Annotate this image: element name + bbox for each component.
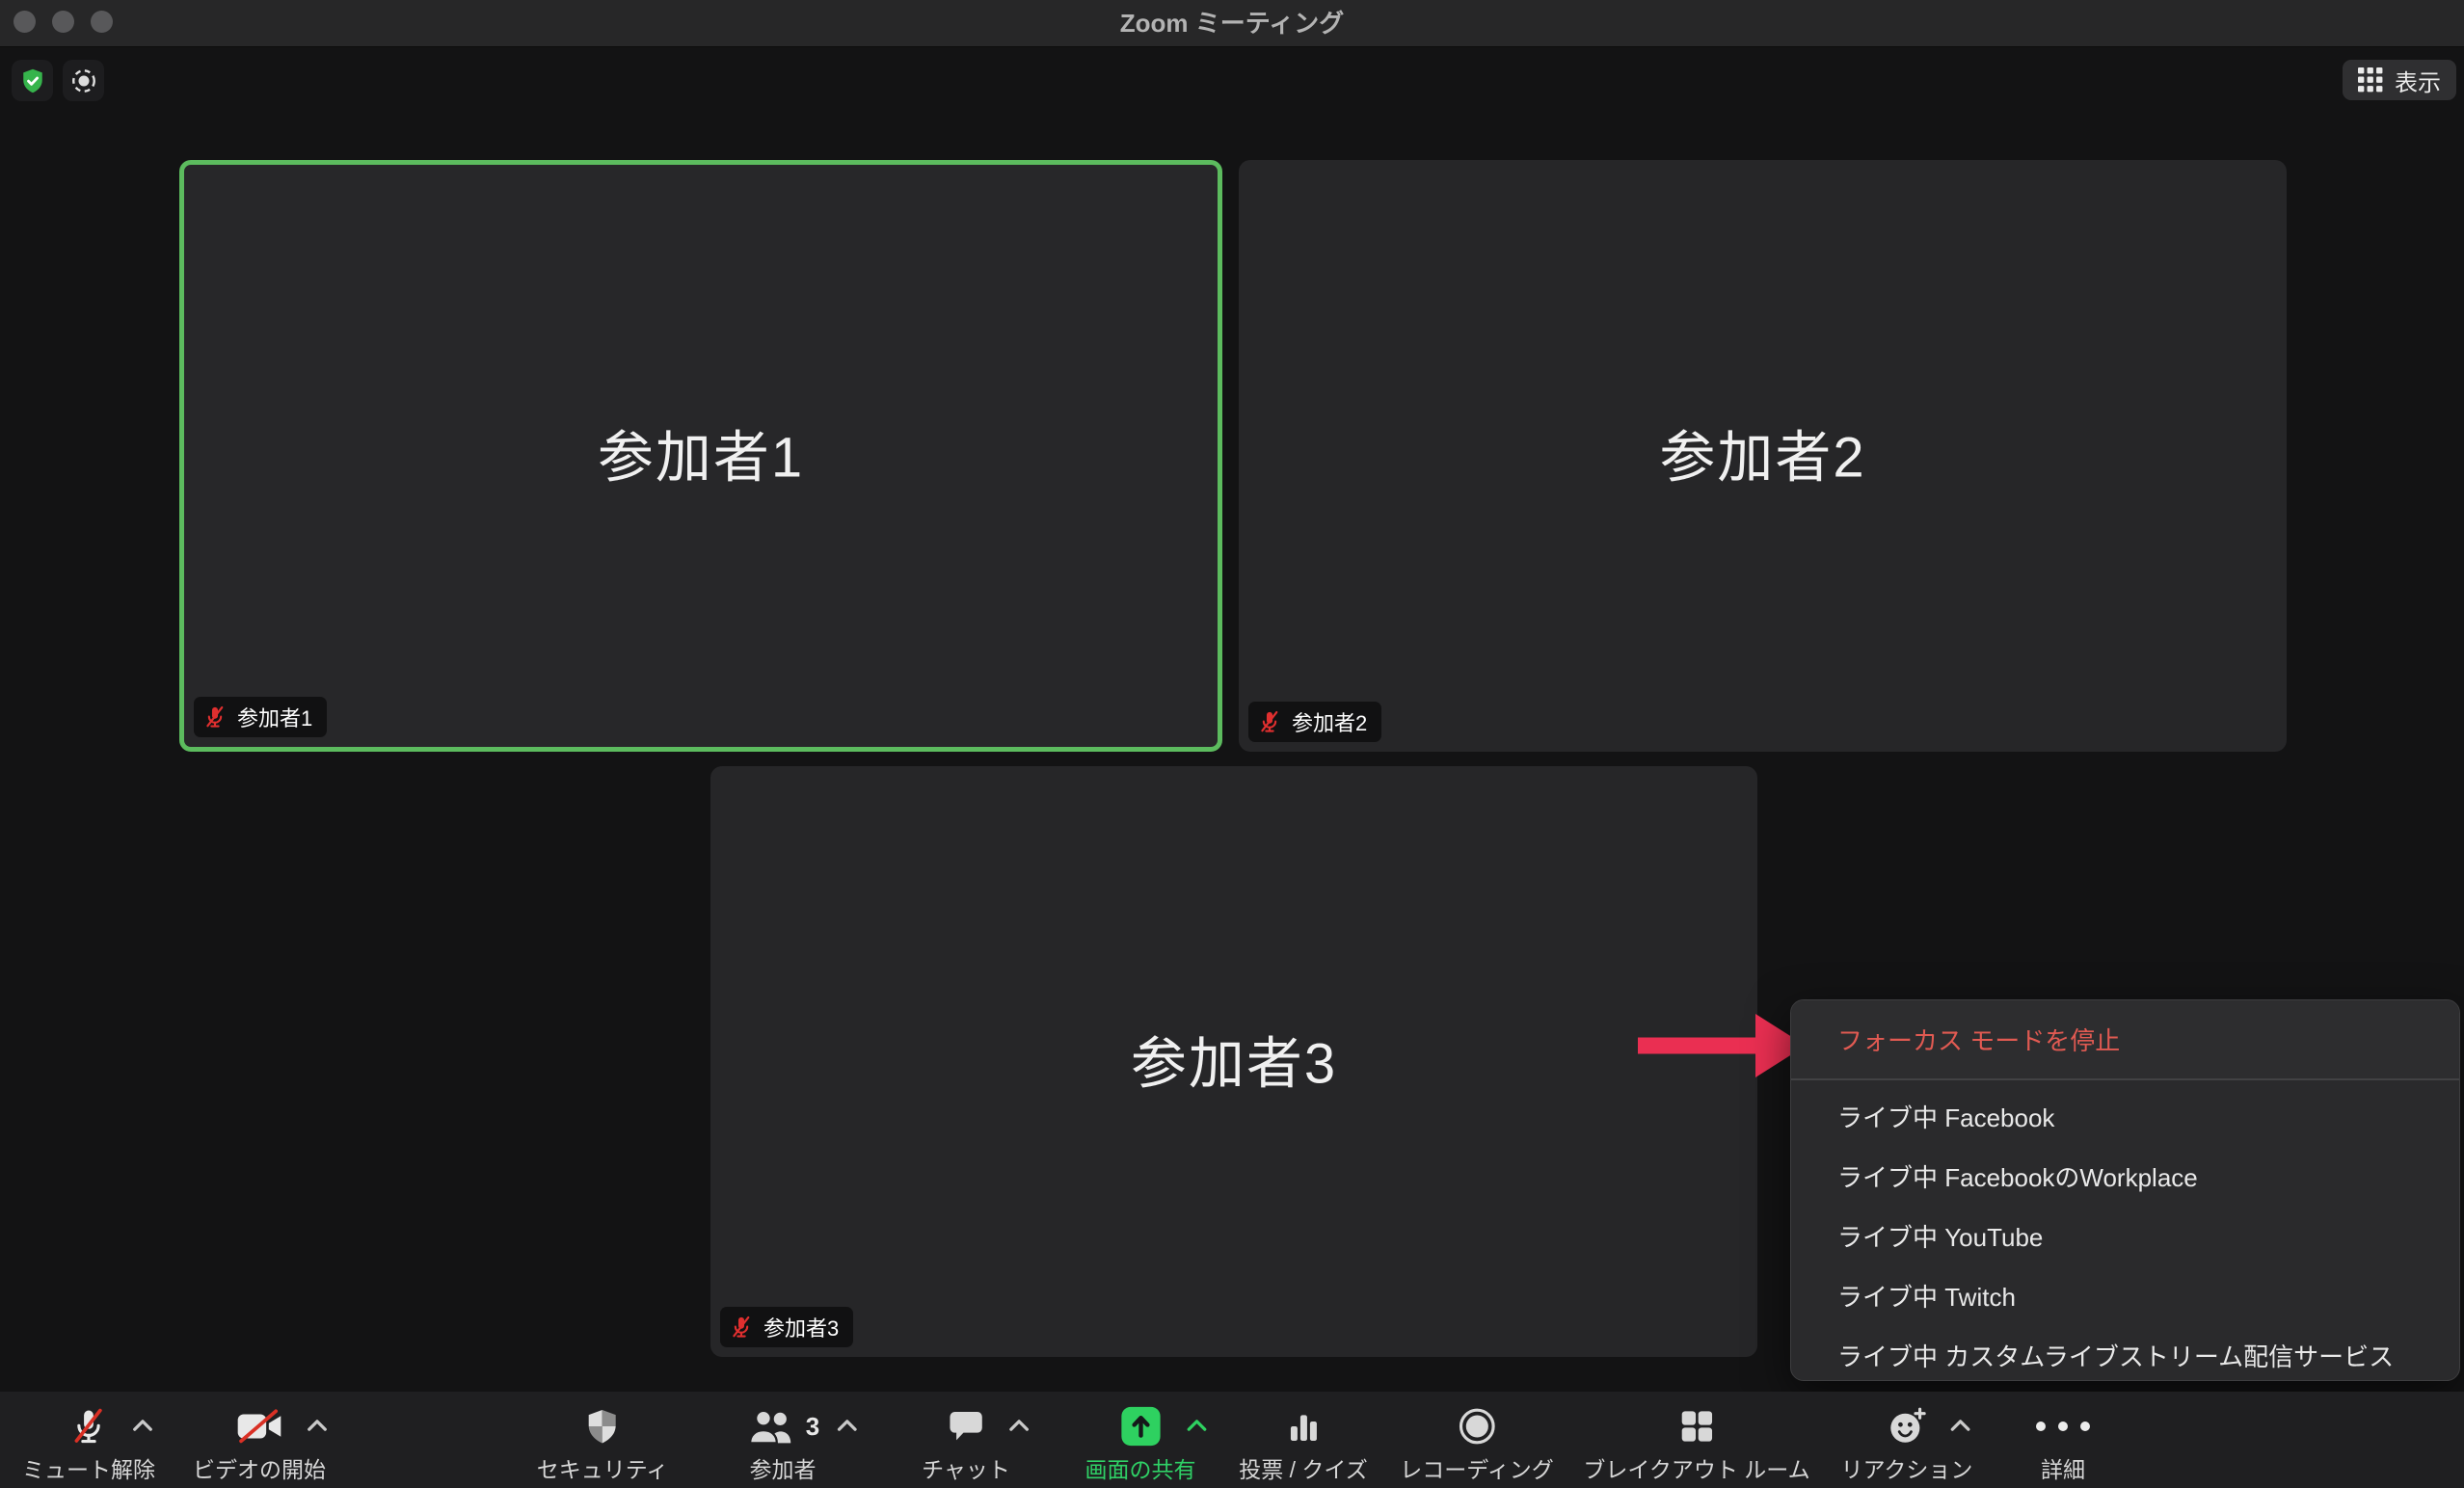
security-button[interactable]: セキュリティ	[537, 1392, 669, 1488]
record-icon	[1457, 1406, 1497, 1447]
chevron-up-icon[interactable]	[1008, 1419, 1030, 1432]
security-shield-icon	[583, 1406, 622, 1447]
participants-count: 3	[806, 1412, 819, 1442]
participants-button[interactable]: 3 参加者	[746, 1392, 819, 1488]
chevron-up-icon[interactable]	[1950, 1419, 1971, 1432]
menu-item-live-facebook-workplace[interactable]: ライブ中 FacebookのWorkplace	[1791, 1146, 2459, 1206]
more-button[interactable]: 詳細	[2036, 1392, 2090, 1488]
unmute-label: ミュート解除	[22, 1451, 155, 1484]
video-off-icon	[235, 1408, 283, 1445]
menu-item-live-twitch[interactable]: ライブ中 Twitch	[1791, 1265, 2459, 1325]
record-label: レコーディング	[1400, 1451, 1553, 1484]
breakout-rooms-button[interactable]: ブレイクアウト ルーム	[1583, 1392, 1809, 1488]
share-screen-icon	[1118, 1404, 1163, 1448]
participant-name-badge: 参加者2	[1248, 702, 1381, 742]
participants-label: 参加者	[750, 1451, 817, 1484]
annotation-arrow	[1632, 1010, 1808, 1081]
participant-name-large: 参加者1	[184, 412, 1218, 493]
view-button-label: 表示	[2395, 64, 2441, 97]
participant-name-label: 参加者3	[763, 1312, 839, 1342]
share-screen-label: 画面の共有	[1085, 1451, 1196, 1484]
participant-name-large: 参加者3	[710, 1018, 1757, 1099]
more-dots-icon	[2036, 1403, 2090, 1449]
participant-name-label: 参加者2	[1292, 706, 1367, 737]
zoom-meeting-window: Zoom ミーティング 表示 参加者1	[0, 0, 2464, 1488]
start-video-label: ビデオの開始	[193, 1451, 326, 1484]
video-tile-participant-2: 参加者2 参加者2	[1239, 160, 2287, 752]
bar-chart-icon	[1284, 1407, 1323, 1446]
more-options-menu: フォーカス モードを停止 ライブ中 Facebook ライブ中 Facebook…	[1790, 999, 2460, 1381]
start-video-button[interactable]: ビデオの開始	[193, 1392, 326, 1488]
unmute-button[interactable]: ミュート解除	[22, 1392, 155, 1488]
participant-name-large: 参加者2	[1239, 412, 2287, 493]
mic-muted-icon	[68, 1406, 109, 1447]
chevron-up-icon[interactable]	[307, 1419, 328, 1432]
breakout-rooms-label: ブレイクアウト ルーム	[1583, 1451, 1809, 1484]
reactions-label: リアクション	[1841, 1451, 1973, 1484]
chat-button[interactable]: チャット	[922, 1392, 1010, 1488]
record-button[interactable]: レコーディング	[1400, 1392, 1553, 1488]
reactions-button[interactable]: リアクション	[1841, 1392, 1973, 1488]
menu-item-group: ライブ中 Facebook ライブ中 FacebookのWorkplace ライ…	[1791, 1080, 2459, 1381]
video-tile-participant-3: 参加者3 参加者3	[710, 766, 1757, 1357]
breakout-rooms-icon	[1677, 1407, 1716, 1446]
grid-view-icon	[2358, 67, 2383, 93]
view-button[interactable]: 表示	[2343, 60, 2456, 100]
meeting-security-badge[interactable]	[12, 60, 53, 101]
mic-muted-icon	[729, 1315, 754, 1340]
reactions-smiley-icon	[1887, 1406, 1927, 1447]
more-label: 詳細	[2041, 1451, 2085, 1484]
chevron-up-icon[interactable]	[837, 1419, 858, 1432]
chevron-up-icon[interactable]	[1186, 1419, 1207, 1432]
mic-muted-icon	[202, 704, 228, 730]
video-tile-participant-1: 参加者1 参加者1	[179, 160, 1222, 752]
polls-button[interactable]: 投票 / クイズ	[1239, 1392, 1367, 1488]
focus-mode-icon	[69, 66, 98, 95]
participants-icon	[746, 1407, 796, 1446]
title-bar: Zoom ミーティング	[0, 0, 2464, 47]
menu-item-live-facebook[interactable]: ライブ中 Facebook	[1791, 1086, 2459, 1146]
focus-mode-indicator[interactable]	[63, 60, 104, 101]
share-screen-button[interactable]: 画面の共有	[1085, 1392, 1196, 1488]
participant-name-badge: 参加者3	[720, 1307, 853, 1347]
menu-item-live-youtube[interactable]: ライブ中 YouTube	[1791, 1206, 2459, 1265]
mic-muted-icon	[1257, 709, 1282, 734]
window-title: Zoom ミーティング	[0, 0, 2464, 47]
shield-check-icon	[18, 66, 47, 95]
meeting-toolbar: ミュート解除 ビデオの開始	[0, 1392, 2464, 1488]
menu-item-stop-focus-mode[interactable]: フォーカス モードを停止	[1791, 1000, 2459, 1078]
chat-label: チャット	[922, 1451, 1010, 1484]
security-label: セキュリティ	[537, 1451, 669, 1484]
participant-name-badge: 参加者1	[194, 697, 327, 737]
polls-label: 投票 / クイズ	[1239, 1451, 1367, 1484]
menu-item-live-custom-stream[interactable]: ライブ中 カスタムライブストリーム配信サービス	[1791, 1325, 2459, 1381]
chat-icon	[947, 1407, 985, 1446]
chevron-up-icon[interactable]	[132, 1419, 153, 1432]
participant-name-label: 参加者1	[237, 702, 312, 732]
